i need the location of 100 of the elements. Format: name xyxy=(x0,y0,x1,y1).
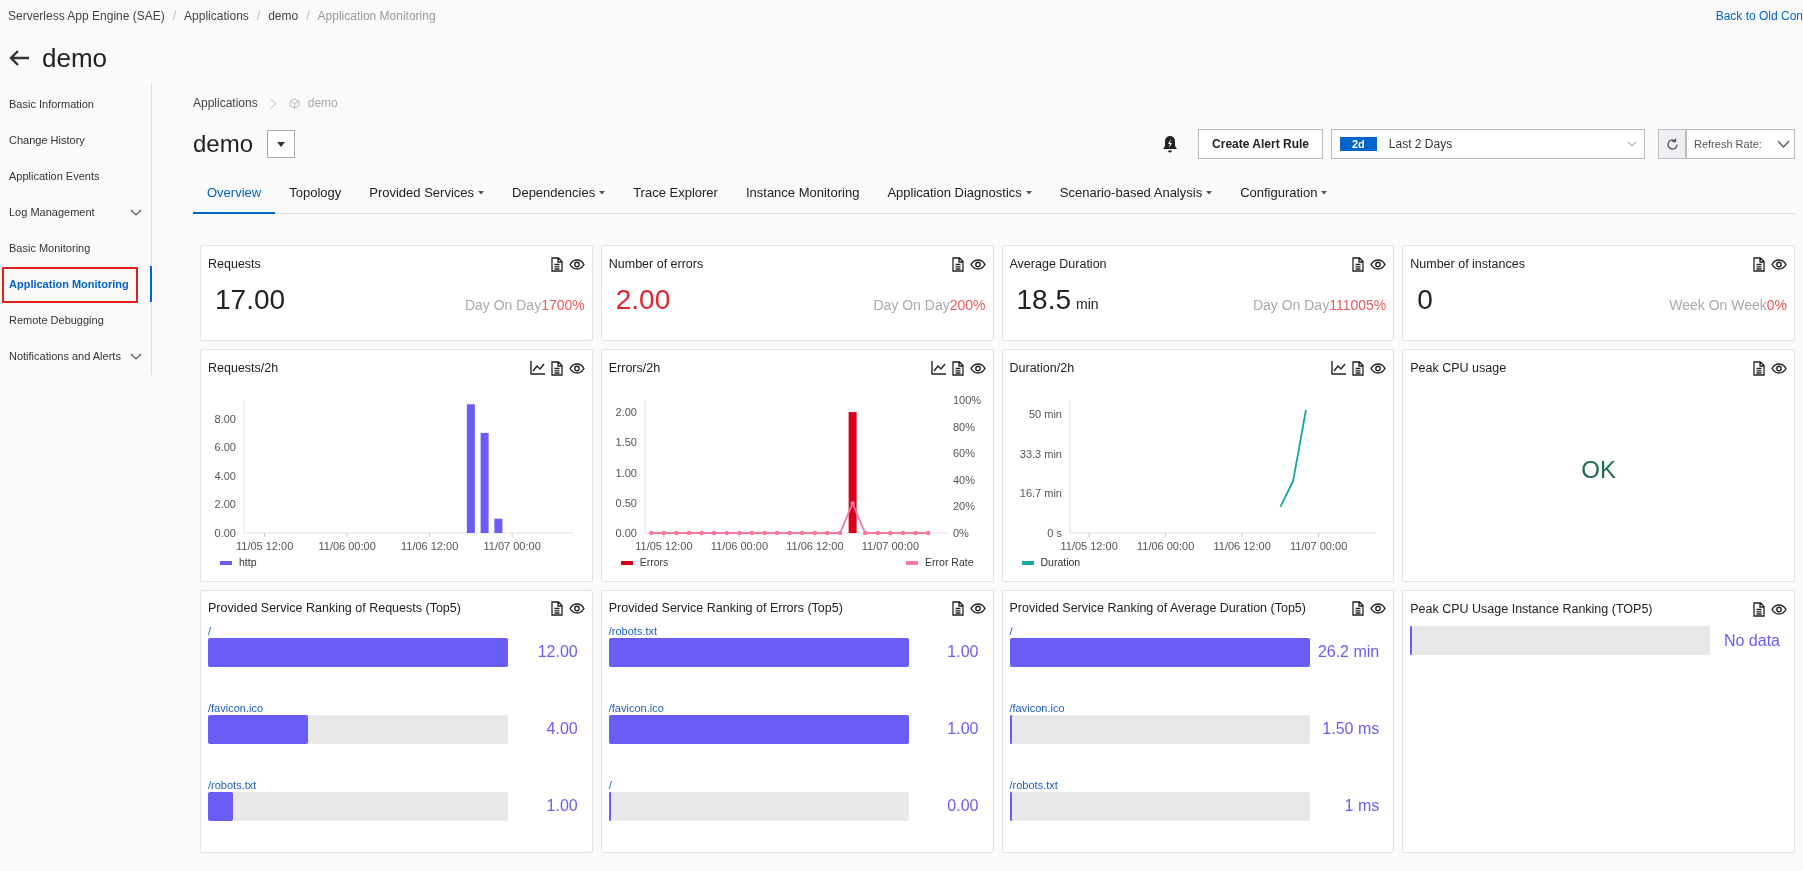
line-chart-icon[interactable] xyxy=(1331,361,1347,375)
sidebar-item[interactable]: Log Management xyxy=(0,194,152,230)
tab[interactable]: Instance Monitoring xyxy=(731,174,874,214)
eye-icon[interactable] xyxy=(1370,602,1387,614)
tab[interactable]: Scenario-based Analysis xyxy=(1045,174,1227,214)
breadcrumb-current: demo xyxy=(307,95,338,112)
document-icon[interactable] xyxy=(1753,360,1765,376)
tab[interactable]: Configuration xyxy=(1226,174,1342,214)
axis-label: 16.7 min xyxy=(1019,487,1062,500)
sidebar-item[interactable]: Application Events xyxy=(0,158,152,194)
service-path: / xyxy=(208,624,213,638)
document-icon[interactable] xyxy=(951,600,964,616)
comparison-text: Day On Day1700% xyxy=(464,296,585,315)
axis-label: 11/06 00:00 xyxy=(1136,540,1194,552)
document-icon[interactable] xyxy=(550,600,563,616)
app-dropdown-button[interactable] xyxy=(267,130,296,158)
document-icon[interactable] xyxy=(951,256,964,272)
data-point xyxy=(661,530,666,536)
tab[interactable]: Overview xyxy=(193,174,276,214)
eye-icon[interactable] xyxy=(568,258,585,270)
axis-label: 11/07 00:00 xyxy=(861,540,919,552)
legend-label: Error Rate xyxy=(925,555,974,570)
data-point xyxy=(736,530,742,536)
chevron-down-icon xyxy=(1777,140,1790,148)
axis-label: 1.00 xyxy=(615,466,637,479)
ranking-value: 1.00 xyxy=(545,796,579,817)
create-alert-rule-button[interactable]: Create Alert Rule xyxy=(1198,129,1323,159)
sidebar-item[interactable]: Remote Debugging xyxy=(0,302,152,338)
document-icon[interactable] xyxy=(1753,601,1765,617)
document-icon[interactable] xyxy=(951,360,964,376)
axis-label: 2.00 xyxy=(615,406,637,419)
tab[interactable]: Provided Services xyxy=(355,174,498,214)
document-icon[interactable] xyxy=(550,360,563,376)
card-title: Number of instances xyxy=(1410,255,1525,273)
axis-label: 4.00 xyxy=(214,469,236,482)
eye-icon[interactable] xyxy=(568,602,585,614)
axis-label: 11/05 12:00 xyxy=(236,540,294,552)
eye-icon[interactable] xyxy=(568,362,585,374)
document-icon[interactable] xyxy=(1753,256,1765,272)
time-range-picker[interactable]: 2d Last 2 Days xyxy=(1331,129,1645,159)
line-chart-icon[interactable] xyxy=(529,361,545,375)
eye-icon[interactable] xyxy=(1771,258,1787,270)
tab[interactable]: Application Diagnostics xyxy=(873,174,1046,214)
axis-label: 20% xyxy=(952,500,975,513)
line-chart-icon[interactable] xyxy=(930,361,946,375)
document-icon[interactable] xyxy=(1352,256,1365,272)
tab[interactable]: Dependencies xyxy=(498,174,620,214)
breadcrumb-link[interactable]: Serverless App Engine (SAE) xyxy=(8,7,165,25)
tab[interactable]: Topology xyxy=(275,174,356,214)
legend-swatch xyxy=(220,560,232,565)
data-point xyxy=(762,530,767,536)
comparison-text: Day On Day111005% xyxy=(1252,296,1387,315)
card-title: Requests xyxy=(208,255,261,273)
sidebar-item[interactable]: Basic Information xyxy=(0,86,152,122)
legend-label: Duration xyxy=(1040,555,1081,570)
document-icon[interactable] xyxy=(550,256,563,272)
axis-label: 0% xyxy=(952,527,969,539)
data-point xyxy=(711,530,717,536)
eye-icon[interactable] xyxy=(969,362,986,374)
axis-label: 11/06 00:00 xyxy=(710,540,768,552)
eye-icon[interactable] xyxy=(1771,362,1787,374)
tab[interactable]: Trace Explorer xyxy=(619,174,732,214)
breadcrumb-separator: / xyxy=(172,8,177,25)
back-link[interactable]: Back to Old Con xyxy=(1715,7,1803,25)
document-icon[interactable] xyxy=(1352,360,1365,376)
eye-icon[interactable] xyxy=(969,602,986,614)
breadcrumb-link[interactable]: demo xyxy=(268,7,299,25)
sidebar-item[interactable]: Basic Monitoring xyxy=(0,230,152,266)
sidebar-item[interactable]: Notifications and Alerts xyxy=(0,338,152,374)
ranking-value: 1.50 ms xyxy=(1321,719,1381,740)
ranking-value: 26.2 min xyxy=(1316,642,1381,663)
breadcrumb-link[interactable]: Applications xyxy=(184,7,249,25)
card-title: Requests/2h xyxy=(208,359,279,377)
sidebar-item[interactable]: Change History xyxy=(0,122,152,158)
ranking-value: 0.00 xyxy=(946,796,980,817)
app-title: demo xyxy=(193,129,254,159)
data-point xyxy=(799,530,805,536)
sidebar-item[interactable]: Application Monitoring xyxy=(0,266,152,302)
axis-label: 0.00 xyxy=(214,527,236,539)
eye-icon[interactable] xyxy=(969,258,986,270)
bell-icon[interactable] xyxy=(1162,135,1179,153)
document-icon[interactable] xyxy=(1352,600,1365,616)
data-point xyxy=(900,530,905,536)
cube-icon xyxy=(288,97,300,109)
eye-icon[interactable] xyxy=(1370,362,1387,374)
ranking-value: No data xyxy=(1722,630,1781,651)
eye-icon[interactable] xyxy=(1370,258,1387,270)
card-title: Provided Service Ranking of Average Duration (Top5) xyxy=(1009,600,1306,617)
refresh-rate-select[interactable]: Refresh Rate: xyxy=(1686,129,1795,159)
data-point xyxy=(925,530,931,536)
eye-icon[interactable] xyxy=(1771,603,1787,615)
refresh-button[interactable] xyxy=(1658,129,1686,159)
service-path: /favicon.ico xyxy=(208,701,265,715)
breadcrumb-link[interactable]: Applications xyxy=(193,94,258,112)
axis-label: 11/07 00:00 xyxy=(1289,540,1347,552)
ranking-value: 4.00 xyxy=(545,719,579,740)
data-point xyxy=(774,530,780,536)
data-point xyxy=(749,530,754,536)
legend-swatch xyxy=(620,560,633,565)
back-arrow-icon[interactable] xyxy=(8,49,30,67)
